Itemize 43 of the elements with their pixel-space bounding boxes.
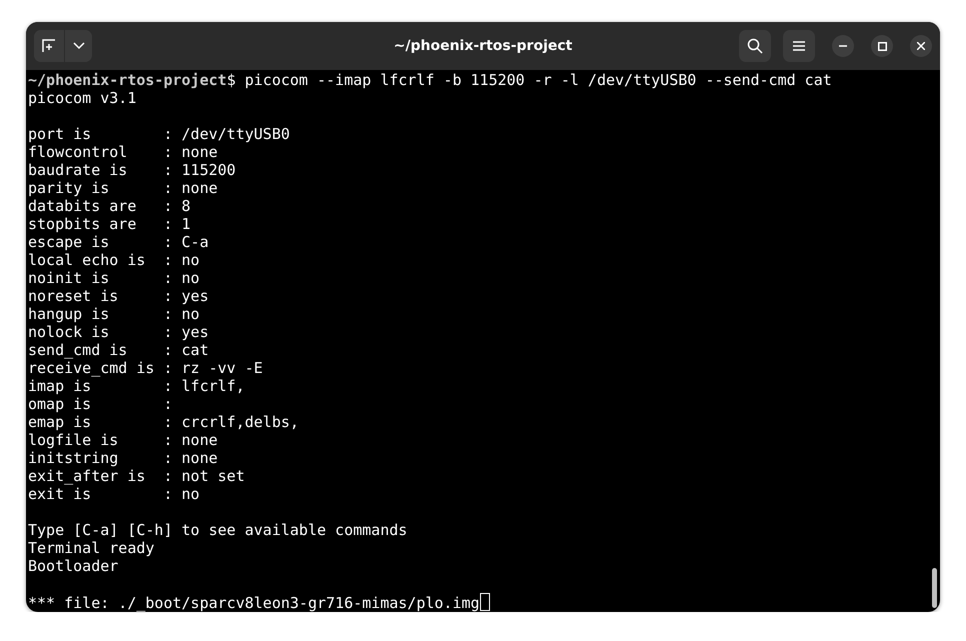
- terminal-line: databits are : 8: [28, 197, 191, 215]
- terminal-line: imap is : lfcrlf,: [28, 377, 245, 395]
- terminal-line: port is : /dev/ttyUSB0: [28, 125, 290, 143]
- terminal-line: *** file: ./_boot/sparcv8leon3-gr716-mimas/plo.img: [28, 594, 480, 612]
- terminal-line: stopbits are : 1: [28, 215, 191, 233]
- terminal-line: emap is : crcrlf,delbs,: [28, 413, 299, 431]
- close-icon: [917, 42, 925, 50]
- chevron-down-icon: [72, 42, 84, 50]
- menu-icon: [793, 41, 805, 51]
- terminal-line: parity is : none: [28, 179, 218, 197]
- terminal-line: receive_cmd is : rz -vv -E: [28, 359, 263, 377]
- terminal-line: noinit is : no: [28, 269, 200, 287]
- terminal-line: Terminal ready: [28, 539, 154, 557]
- prompt-path: ~/phoenix-rtos-project: [28, 71, 227, 89]
- terminal-line: logfile is : none: [28, 431, 218, 449]
- menu-button[interactable]: [783, 30, 815, 62]
- terminal-line: exit is : no: [28, 485, 200, 503]
- prompt-symbol: $: [226, 71, 236, 89]
- terminal-line: exit_after is : not set: [28, 467, 245, 485]
- maximize-button[interactable]: [871, 35, 893, 57]
- search-icon: [747, 38, 763, 54]
- minimize-icon: [839, 45, 847, 47]
- close-button[interactable]: [910, 35, 932, 57]
- search-button[interactable]: [739, 30, 771, 62]
- terminal-line: Bootloader: [28, 557, 118, 575]
- terminal-line: flowcontrol : none: [28, 143, 218, 161]
- terminal-line: hangup is : no: [28, 305, 200, 323]
- maximize-icon: [878, 42, 886, 50]
- terminal-line: send_cmd is : cat: [28, 341, 209, 359]
- scrollbar-thumb[interactable]: [932, 568, 937, 608]
- terminal-line: baudrate is : 115200: [28, 161, 236, 179]
- new-tab-icon: [42, 39, 56, 53]
- command-text: picocom --imap lfcrlf -b 115200 -r -l /dev/ttyUSB0 --send-cmd cat: [244, 71, 832, 89]
- terminal-line: Type [C-a] [C-h] to see available commands: [28, 521, 408, 539]
- terminal-line: local echo is : no: [28, 251, 200, 269]
- terminal-line: escape is : C-a: [28, 233, 209, 251]
- terminal-line: nolock is : yes: [28, 323, 209, 341]
- terminal-line: noreset is : yes: [28, 287, 209, 305]
- terminal-line: omap is :: [28, 395, 172, 413]
- minimize-button[interactable]: [832, 35, 854, 57]
- terminal-line: initstring : none: [28, 449, 218, 467]
- terminal-line: picocom v3.1: [28, 89, 136, 107]
- window-title: ~/phoenix-rtos-project: [394, 38, 572, 54]
